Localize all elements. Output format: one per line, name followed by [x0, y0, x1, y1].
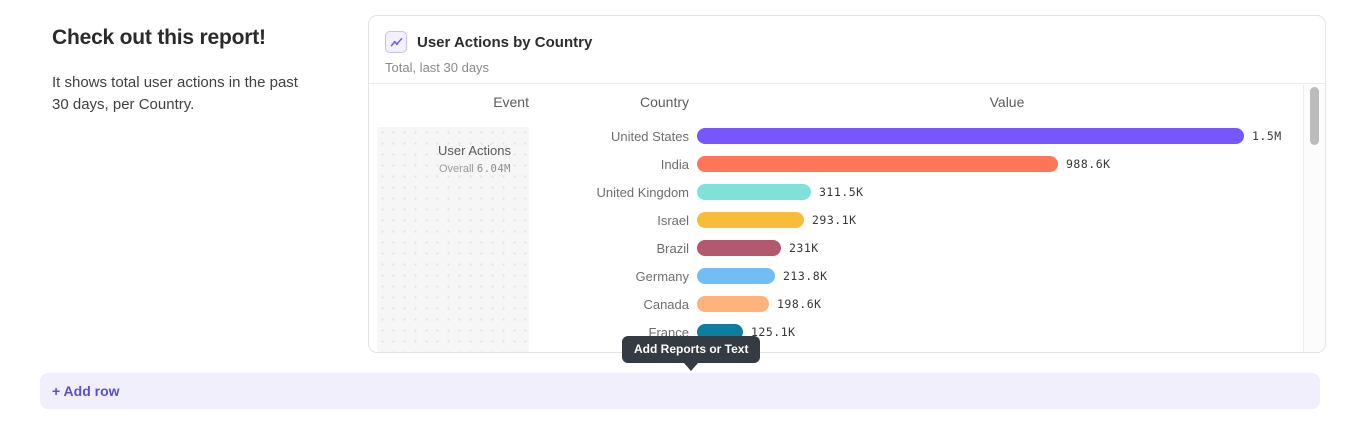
value-label: 1.5M: [1252, 129, 1282, 143]
scrollbar-thumb[interactable]: [1310, 87, 1319, 145]
line-chart-icon: [385, 31, 407, 53]
bar[interactable]: [697, 128, 1244, 144]
intro-body: It shows total user actions in the past …: [52, 72, 302, 116]
event-overall: Overall 6.04M: [377, 163, 511, 175]
bar[interactable]: [697, 156, 1058, 172]
add-reports-tooltip: Add Reports or Text: [622, 336, 760, 363]
column-headers: Event Country Value: [369, 85, 1325, 119]
report-title[interactable]: User Actions by Country: [417, 34, 592, 51]
event-name: User Actions: [377, 143, 511, 158]
value-label: 198.6K: [777, 297, 822, 311]
report-table: Event Country Value User Actions Overall…: [369, 85, 1325, 352]
bar[interactable]: [697, 184, 811, 200]
bar[interactable]: [697, 240, 781, 256]
intro-title: Check out this report!: [52, 26, 332, 50]
value-label: 231K: [789, 241, 819, 255]
value-label: 311.5K: [819, 185, 864, 199]
bar[interactable]: [697, 212, 804, 228]
bar[interactable]: [697, 268, 775, 284]
report-card[interactable]: User Actions by Country Total, last 30 d…: [368, 15, 1326, 353]
bar[interactable]: [697, 296, 769, 312]
event-total-value: 6.04M: [477, 163, 511, 175]
value-label: 988.6K: [1066, 157, 1111, 171]
report-subtitle: Total, last 30 days: [385, 60, 1309, 75]
add-row-button[interactable]: + Add row: [40, 373, 1320, 409]
add-row-label: + Add row: [52, 383, 120, 399]
intro-section: Check out this report! It shows total us…: [52, 26, 332, 116]
report-card-header: User Actions by Country Total, last 30 d…: [369, 16, 1325, 84]
column-header-event[interactable]: Event: [369, 94, 529, 110]
value-label: 293.1K: [812, 213, 857, 227]
tooltip-label: Add Reports or Text: [634, 342, 748, 356]
column-header-country[interactable]: Country: [529, 94, 689, 110]
column-header-value[interactable]: Value: [689, 94, 1325, 110]
value-label: 213.8K: [783, 269, 828, 283]
scrollbar-track[interactable]: [1303, 85, 1325, 352]
event-cell[interactable]: User Actions Overall 6.04M: [377, 127, 529, 352]
event-scope-label: Overall: [439, 163, 474, 175]
